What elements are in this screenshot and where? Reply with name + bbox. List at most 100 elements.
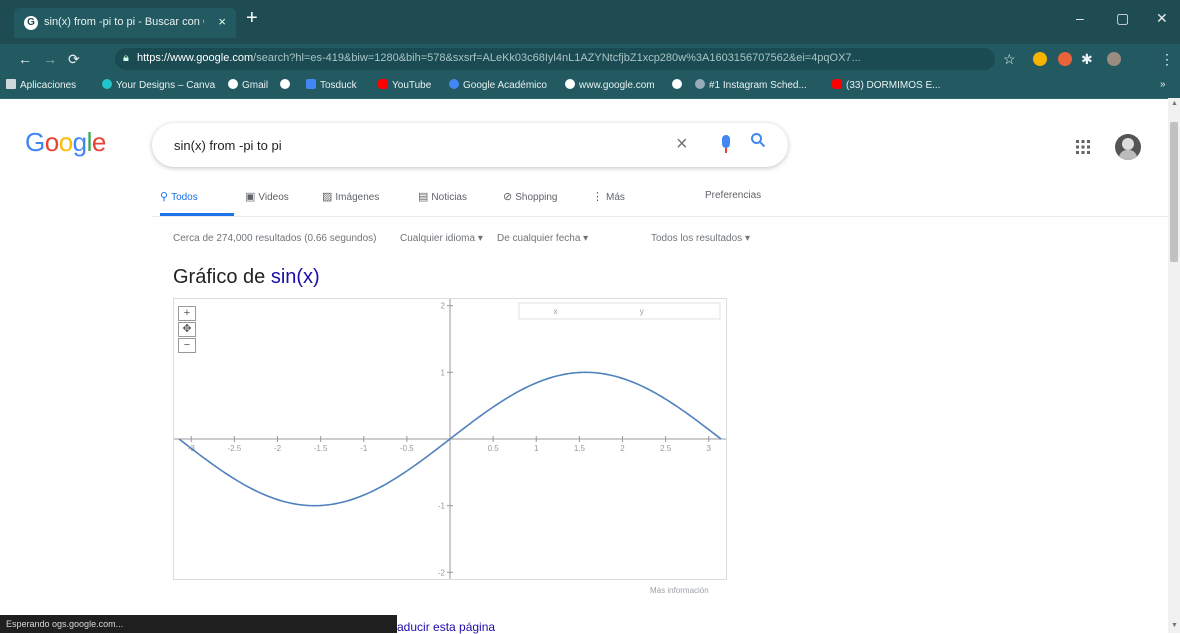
tab-videos[interactable]: ▣ Videos [245,190,289,203]
forward-arrow-icon[interactable]: → [43,51,57,67]
zoom-in-button[interactable]: + [178,306,196,321]
x-tick-label: 2 [620,444,625,453]
status-bar: Esperando ogs.google.com... [0,615,397,633]
browser-toolbar: ← → ⟳ 🔒︎ https://www.google.com/search?h… [0,44,1180,74]
search-icon[interactable] [750,132,766,153]
tag-icon: ⊘ [503,191,513,203]
close-window-button[interactable]: ✕ [1156,10,1168,27]
profile-avatar-icon[interactable] [1107,52,1121,66]
bookmark-label: Gmail [242,80,269,91]
tab-more[interactable]: ⋮ Más [592,190,625,203]
new-tab-button[interactable]: + [246,8,258,28]
result-stats: Cerca de 274,000 resultados (0.66 segund… [173,233,377,244]
bookmark-site[interactable] [280,79,294,91]
x-tick-label: 2.5 [660,444,672,453]
tab-shopping[interactable]: ⊘ Shopping [503,190,557,203]
search-input[interactable] [172,137,656,154]
maximize-button[interactable]: ▢ [1116,10,1129,27]
bookmark-label: (33) DORMIMOS E... [846,80,941,91]
y-tick-label: 1 [441,368,446,377]
canva-icon [102,79,112,89]
avatar[interactable] [1115,134,1141,160]
x-tick-label: -1.5 [314,444,328,453]
image-icon: ▨ [322,191,333,203]
bookmark-tosduck[interactable]: Tosduck [306,79,357,91]
bookmark-site[interactable] [672,79,686,91]
video-icon: ▣ [245,191,256,203]
bookmark-youtube[interactable]: YouTube [378,79,431,91]
microphone-icon[interactable] [722,135,730,153]
address-bar[interactable]: 🔒︎ https://www.google.com/search?hl=es-4… [115,48,995,70]
bookmark-google-scholar[interactable]: Google Académico [449,79,547,91]
extensions-puzzle-icon[interactable]: ✱ [1081,51,1093,67]
google-logo[interactable]: Google [25,127,106,158]
minimize-button[interactable]: – [1076,10,1084,26]
bookmark-apps[interactable]: Aplicaciones [6,79,76,91]
date-filter[interactable]: De cualquier fecha ▾ [497,233,588,244]
bookmark-label: www.google.com [579,80,655,91]
bookmark-gmail[interactable]: Gmail [228,79,268,91]
tab-label: Todos [171,192,198,203]
x-tick-label: 3 [707,444,712,453]
readout-y-label: y [640,307,644,316]
logo-letter: g [72,127,87,157]
bookmark-instagram-scheduler[interactable]: #1 Instagram Sched... [695,79,807,91]
extension-icon[interactable] [1033,52,1047,66]
more-info-link[interactable]: Más información [650,586,709,595]
browser-title-bar: G sin(x) from -pi to pi - Buscar con G ×… [0,0,1180,44]
coordinate-readout [518,302,721,320]
graph-container[interactable]: x y -3 -2.5 -2 -1.5 -1 -0.5 0.5 1 1.5 2 2.5 3 -2 -1 1 2 [173,298,727,580]
x-tick-label: 1.5 [574,444,586,453]
url-text[interactable]: https://www.google.com/search?hl=es-419&… [137,52,987,64]
tab-label: Más [606,192,625,203]
x-tick-label: 0.5 [488,444,500,453]
bookmarks-overflow-icon[interactable]: » [1160,79,1166,90]
scroll-down-arrow-icon[interactable]: ▼ [1171,622,1178,629]
translate-link[interactable]: aducir esta página [397,620,495,634]
back-arrow-icon[interactable]: ← [18,51,32,67]
tab-label: Videos [258,192,289,203]
scroll-up-arrow-icon[interactable]: ▲ [1171,100,1178,107]
url-path: /search?hl=es-419&biw=1280&bih=578&sxsrf… [253,52,861,64]
x-tick-label: -0.5 [400,444,414,453]
reload-icon[interactable]: ⟳ [68,51,80,67]
logo-letter: o [44,127,59,157]
readout-x-label: x [554,307,558,316]
gmail-icon [228,79,238,89]
bookmark-label: Google Académico [463,80,547,91]
x-tick-label: 1 [534,444,539,453]
logo-letter: G [25,127,45,157]
tab-title: sin(x) from -pi to pi - Buscar con G [44,16,204,28]
youtube-icon [832,79,842,89]
apps-grid-icon [6,79,16,89]
pan-icon[interactable]: ✥ [178,322,196,337]
tab-close-icon[interactable]: × [218,14,226,29]
more-vertical-icon: ⋮ [592,191,603,203]
bookmark-google[interactable]: www.google.com [565,79,655,91]
tab-todos[interactable]: ⚲ Todos [160,190,198,203]
graph-title: Gráfico de sin(x) [173,266,320,289]
logo-letter: e [91,127,106,157]
google-favicon-icon: G [24,16,38,30]
x-tick-label: -1 [360,444,368,453]
bookmark-canva[interactable]: Your Designs – Canva [102,79,215,91]
bookmark-youtube-video[interactable]: (33) DORMIMOS E... [832,79,940,91]
globe-icon [280,79,290,89]
results-filter[interactable]: Todos los resultados ▾ [651,233,750,244]
google-apps-icon[interactable] [1076,140,1090,159]
tab-news[interactable]: ▤ Noticias [418,190,467,203]
browser-tab[interactable]: G sin(x) from -pi to pi - Buscar con G × [14,8,236,38]
logo-letter: o [58,127,73,157]
tab-images[interactable]: ▨ Imágenes [322,190,379,203]
extension-icon[interactable] [1058,52,1072,66]
browser-menu-icon[interactable]: ⋮ [1160,51,1174,67]
tab-preferences[interactable]: Preferencias [705,190,761,201]
scrollbar-thumb[interactable] [1170,122,1178,262]
zoom-out-button[interactable]: − [178,338,196,353]
sin-plot[interactable]: x y-3 -2.5 -2 -1.5 -1 -0.5 0.5 1 1.5 2 2.5 3-2-112 [174,299,726,579]
zoom-controls: + ✥ − [178,306,196,354]
language-filter[interactable]: Cualquier idioma ▾ [400,233,483,244]
bookmark-star-icon[interactable]: ☆ [1003,51,1016,67]
clear-icon[interactable]: × [676,133,688,156]
search-box: × [152,123,788,167]
